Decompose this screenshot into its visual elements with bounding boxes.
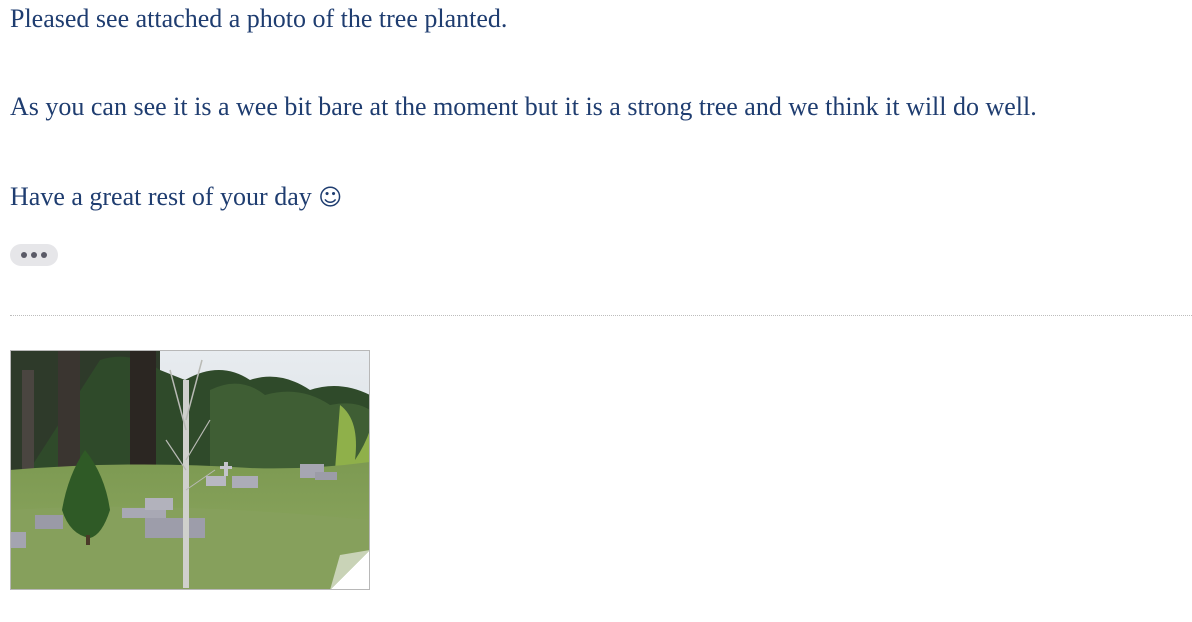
paragraph-3-text: Have a great rest of your day (10, 182, 312, 211)
tree-photo (10, 350, 370, 590)
message-paragraph-3: Have a great rest of your day ☺ (10, 180, 342, 215)
message-paragraph-1: Pleased see attached a photo of the tree… (10, 2, 507, 36)
photo-attachment-thumbnail[interactable] (10, 350, 370, 590)
message-separator (10, 315, 1192, 316)
paragraph-1-text: Pleased see attached a photo of the tree… (10, 4, 508, 33)
paragraph-2-text: As you can see it is a wee bit bare at t… (10, 92, 1037, 121)
smiley-icon: ☺ (318, 185, 343, 211)
email-body: Pleased see attached a photo of the tree… (0, 0, 1192, 622)
ellipsis-icon-dot (41, 252, 47, 258)
show-trimmed-content-button[interactable] (10, 244, 58, 266)
message-paragraph-2: As you can see it is a wee bit bare at t… (10, 90, 1037, 124)
ellipsis-icon-dot (21, 252, 27, 258)
ellipsis-icon-dot (31, 252, 37, 258)
